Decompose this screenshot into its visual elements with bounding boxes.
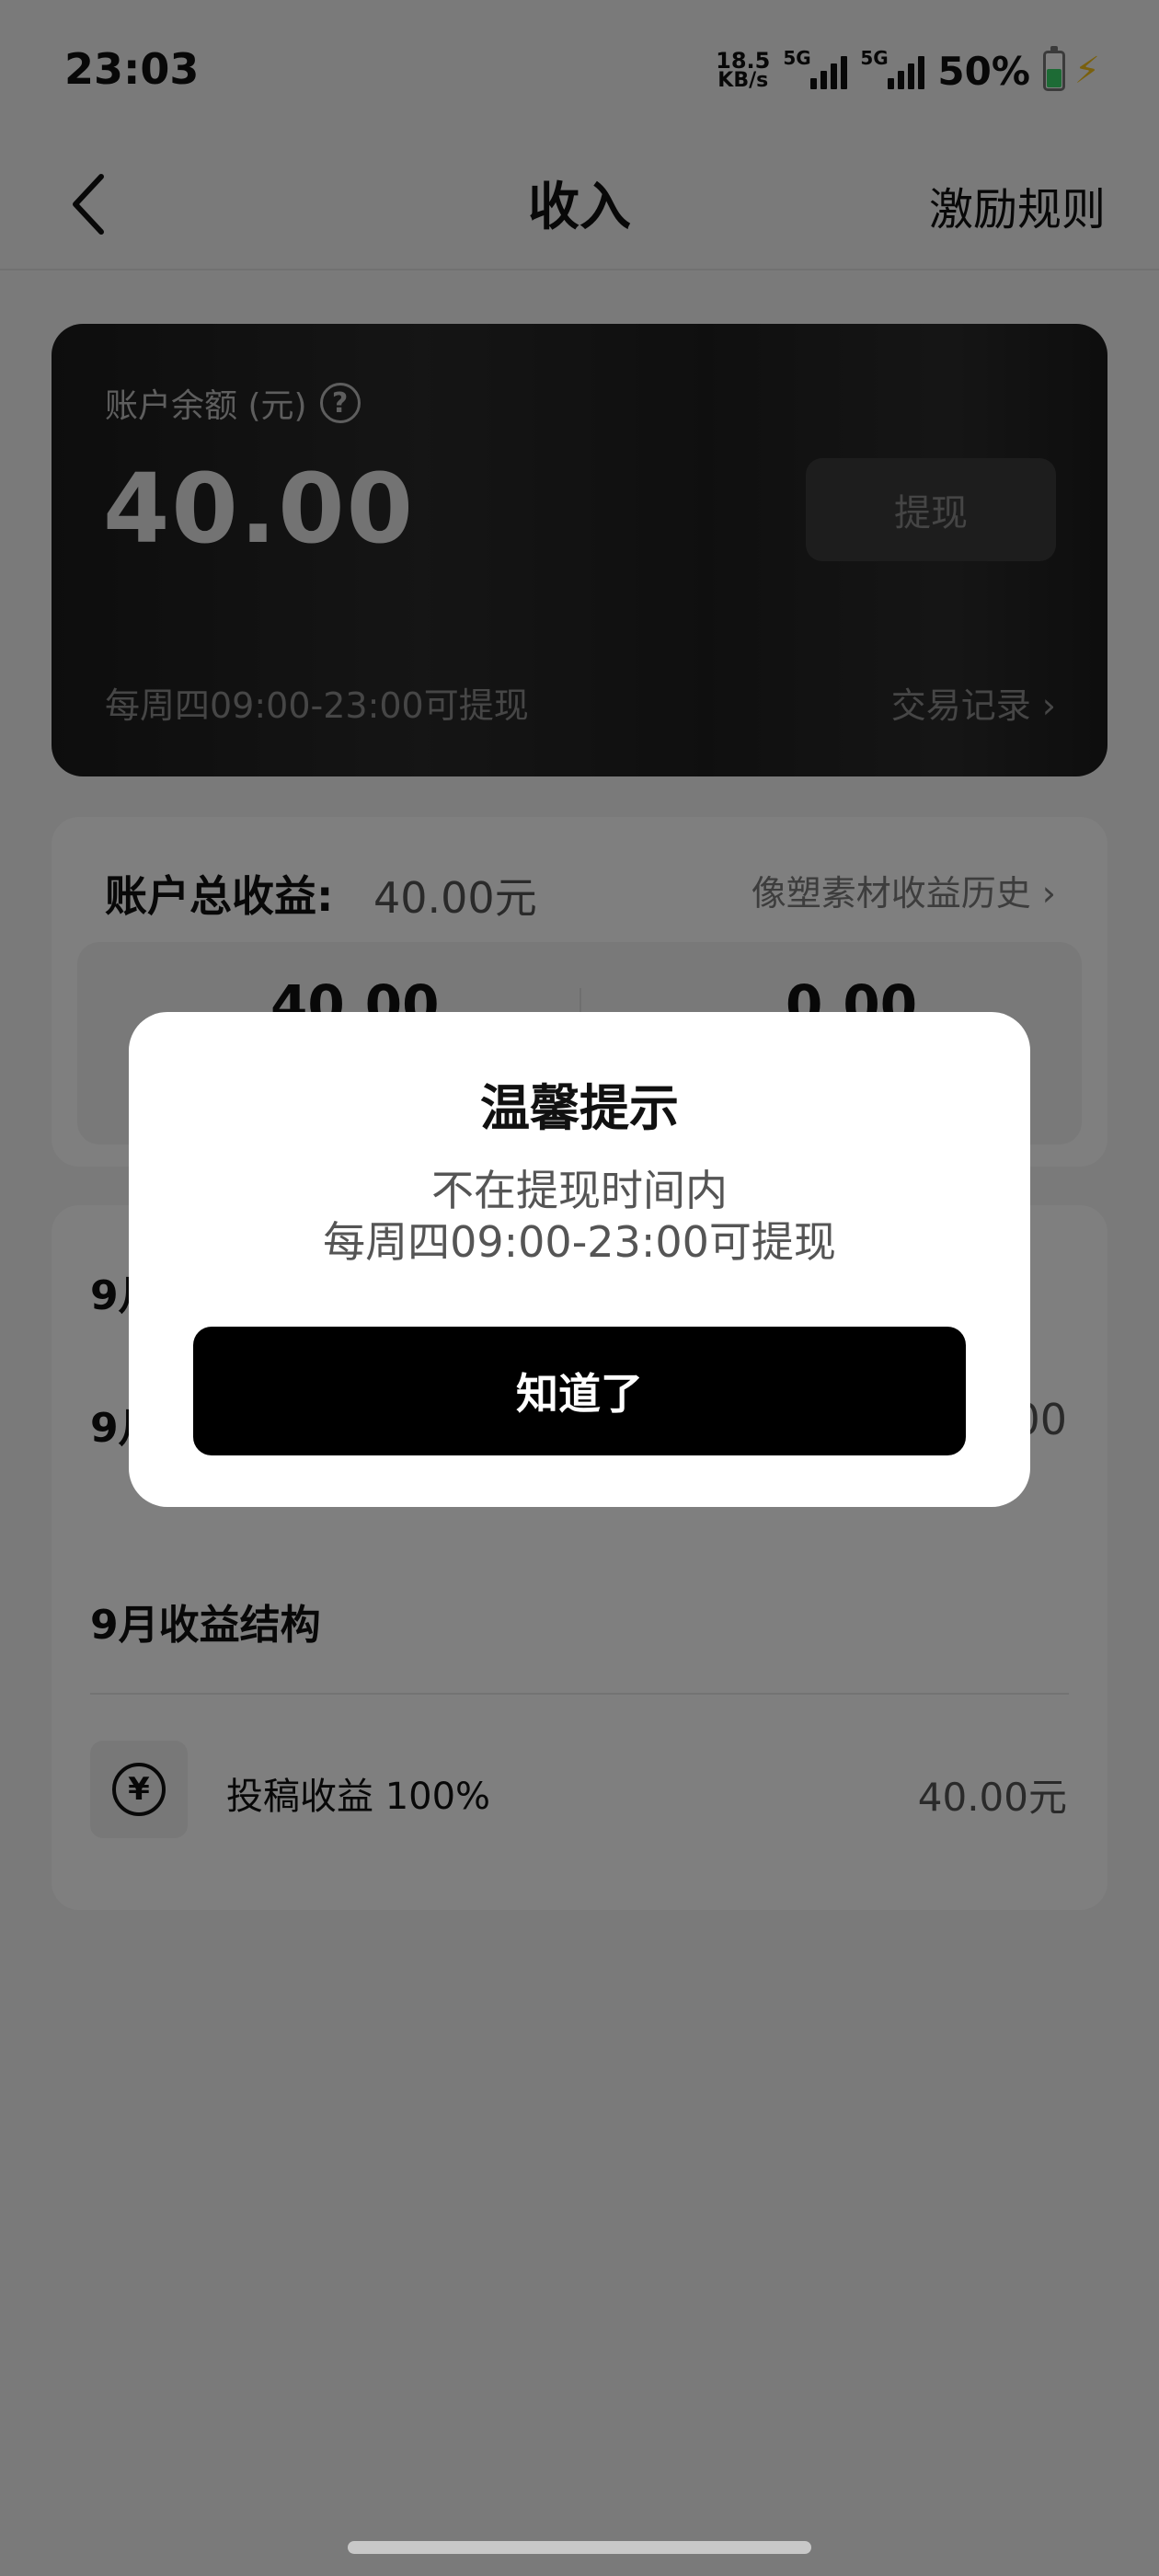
confirm-button[interactable]: 知道了	[193, 1327, 966, 1455]
dialog-title: 温馨提示	[480, 1079, 679, 1137]
notice-dialog: 温馨提示 不在提现时间内 每周四09:00-23:00可提现 知道了	[129, 1012, 1030, 1507]
home-indicator[interactable]	[348, 2541, 811, 2554]
dialog-message-line: 每周四09:00-23:00可提现	[323, 1217, 836, 1267]
